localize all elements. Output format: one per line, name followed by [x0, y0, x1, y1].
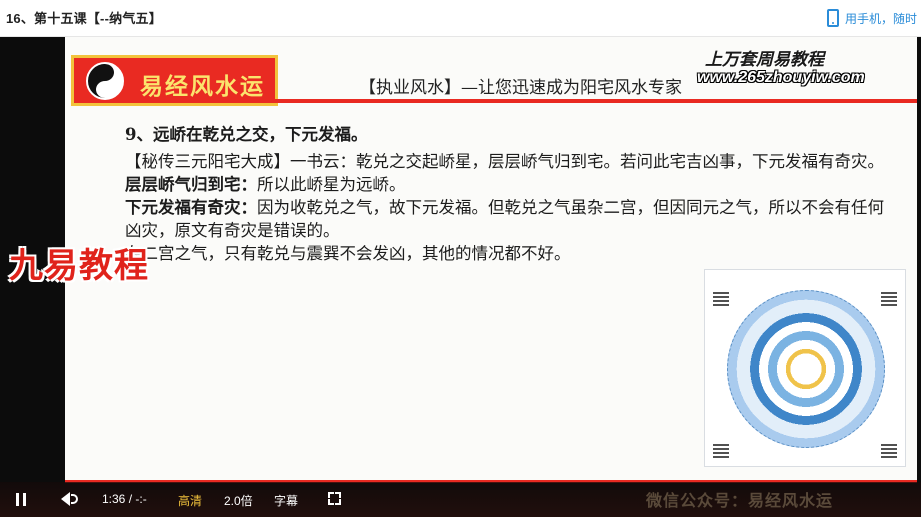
- speed-selector[interactable]: 2.0倍: [224, 492, 253, 509]
- video-frame: 易经风水运 【执业风水】—让您迅速成为阳宅风水专家 上万套周易教程 www.26…: [65, 37, 917, 483]
- content-term: 下元发福有奇灾：: [125, 198, 257, 217]
- compass-ring: [727, 290, 885, 448]
- qr-code-icon: [881, 442, 897, 458]
- lesson-title: 16、第十五课【--纳气五】: [6, 11, 162, 26]
- content-term: 层层峤气归到宅：: [125, 175, 257, 194]
- promo-banner-url: www.265zhouyiw.com: [697, 69, 865, 86]
- phone-icon: [826, 9, 839, 27]
- mobile-watch-button[interactable]: 用手机，随时: [826, 0, 921, 36]
- subtitles-toggle[interactable]: 字幕: [274, 492, 298, 509]
- bagua-compass-diagram: [704, 269, 906, 467]
- qr-code-icon: [881, 290, 897, 306]
- content-paragraph-4: 杂二宫之气，只有乾兑与震巽不会发凶，其他的情况都不好。: [125, 244, 571, 263]
- quality-selector[interactable]: 高清: [178, 492, 202, 509]
- mobile-watch-label: 用手机，随时: [844, 11, 917, 26]
- volume-button[interactable]: [61, 491, 79, 507]
- content-paragraph-2: 层层峤气归到宅：所以此峤星为远峤。: [125, 173, 885, 196]
- slide-subtitle: 【执业风水】—让您迅速成为阳宅风水专家: [359, 78, 682, 98]
- page-header: 16、第十五课【--纳气五】 用手机，随时: [0, 0, 921, 37]
- content-paragraph-3: 下元发福有奇灾：因为收乾兑之气，故下元发福。但乾兑之气虽杂二宫，但因同元之气，所…: [125, 196, 885, 242]
- fullscreen-button[interactable]: [328, 492, 341, 505]
- yinyang-icon: [86, 62, 124, 100]
- wechat-watermark: 微信公众号：易经风水运: [646, 491, 834, 510]
- pause-button[interactable]: [16, 492, 30, 506]
- qr-code-icon: [713, 442, 729, 458]
- qr-code-icon: [713, 290, 729, 306]
- watermark-logo: 九易教程: [9, 246, 149, 286]
- content-text: 所以此峤星为远峤。: [257, 175, 406, 194]
- slide-content: 9、远峤在乾兑之交，下元发福。 【秘传三元阳宅大成】一书云：乾兑之交起峤星，层层…: [125, 123, 885, 265]
- content-paragraph-1: 【秘传三元阳宅大成】一书云：乾兑之交起峤星，层层峤气归到宅。若问此宅吉凶事，下元…: [125, 152, 884, 171]
- slide-logo: 易经风水运: [71, 55, 278, 106]
- promo-banner-text: 上万套周易教程: [705, 50, 824, 70]
- logo-text: 易经风水运: [140, 73, 265, 100]
- slide-divider: [275, 99, 917, 103]
- playback-time: 1:36 / -:-: [102, 492, 147, 506]
- content-heading: 9、远峤在乾兑之交，下元发福。: [125, 125, 368, 144]
- speaker-icon: [61, 492, 70, 506]
- video-player[interactable]: 易经风水运 【执业风水】—让您迅速成为阳宅风水专家 上万套周易教程 www.26…: [0, 37, 921, 517]
